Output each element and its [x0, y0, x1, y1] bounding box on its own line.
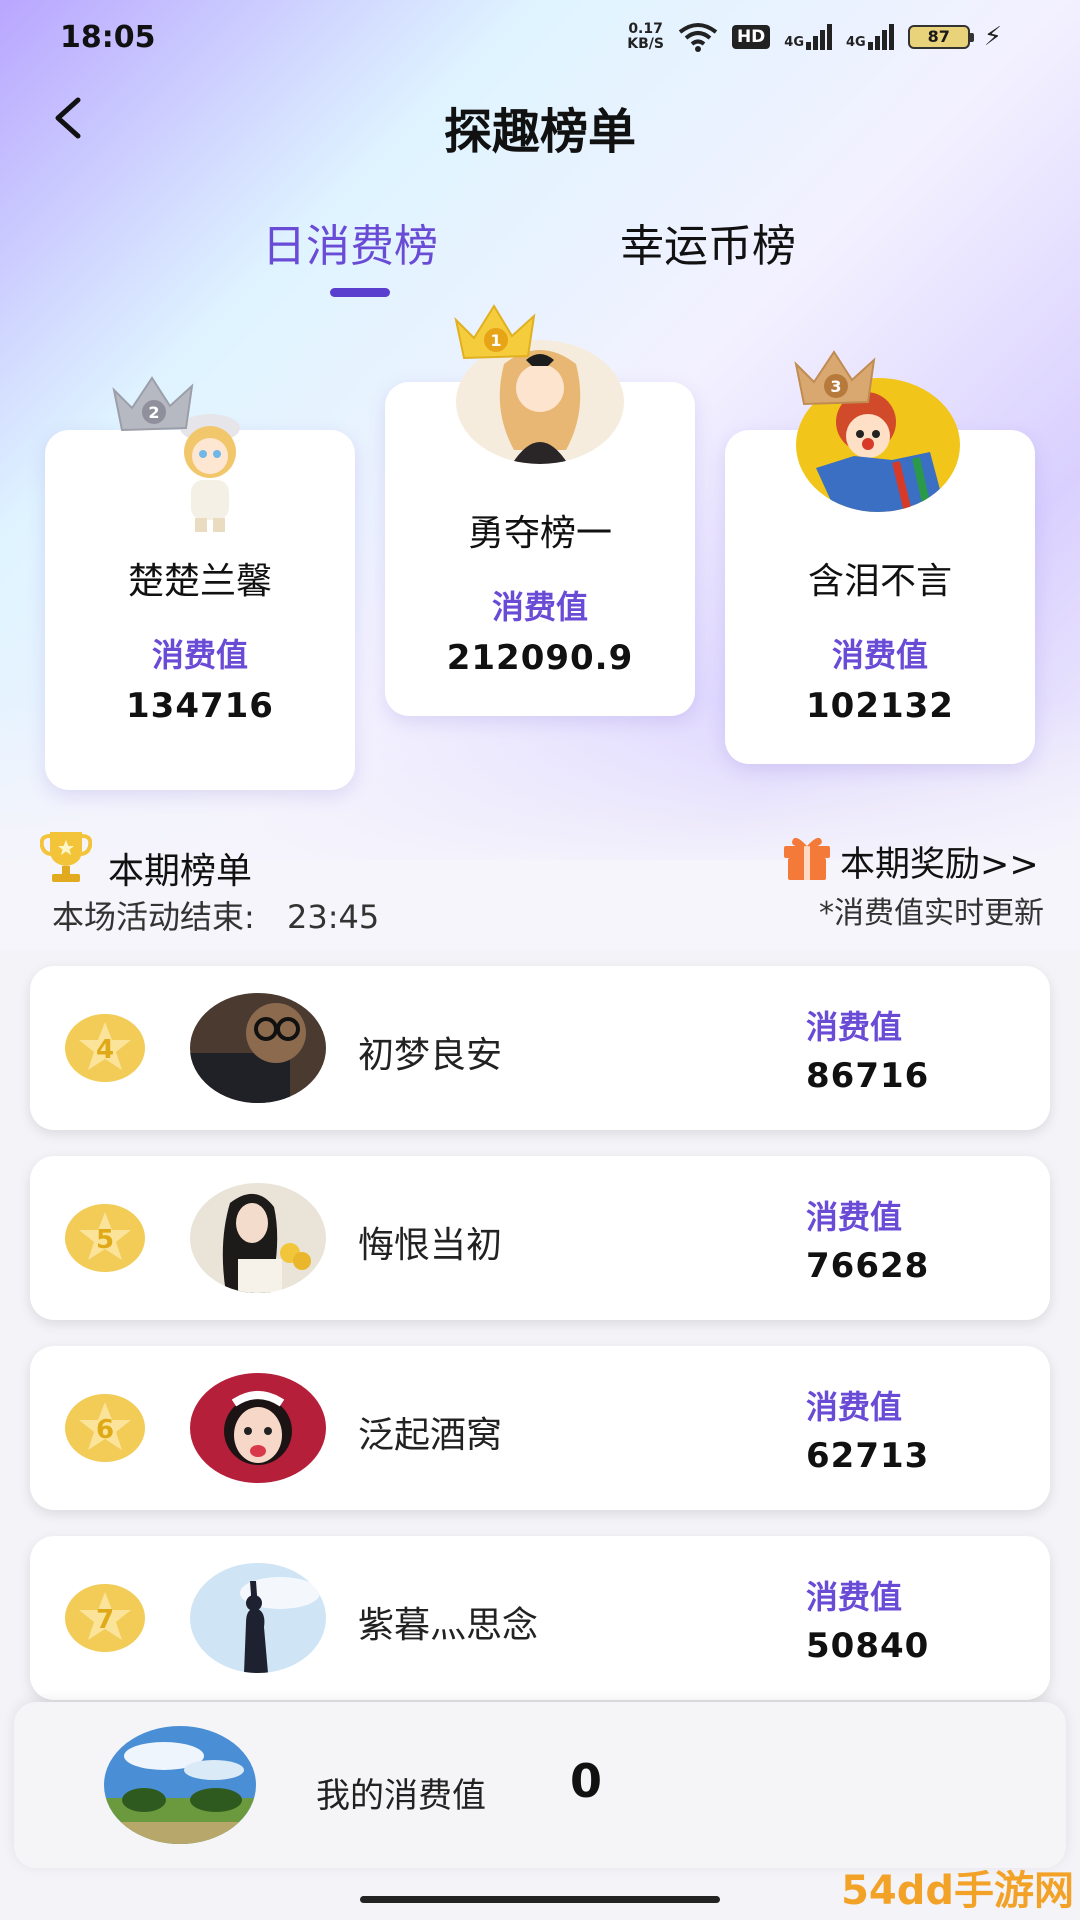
podium-value: 134716 [126, 686, 274, 726]
signal-label: 4G [784, 35, 805, 50]
svg-text:3: 3 [830, 377, 841, 396]
podium-name: 勇夺榜一 [467, 513, 612, 554]
my-consumption-label: 我的消费值 [316, 1776, 486, 1816]
consumption-value: 76628 [806, 1246, 930, 1286]
ranking-row[interactable]: 7 紫暮灬思念 消费值 50840 [30, 1536, 1050, 1700]
rewards-link[interactable]: 本期奖励>> [840, 836, 1039, 887]
consumption-label: 消费值 [806, 1388, 903, 1426]
bolt-icon: ⚡ [983, 22, 1002, 52]
signal-label: 4G [846, 35, 866, 50]
rank-number: 6 [96, 1415, 114, 1445]
consumption-value: 86716 [806, 1056, 930, 1096]
countdown-time: 23:45 [286, 898, 380, 936]
podium-label: 消费值 [491, 588, 588, 626]
consumption-value: 50840 [806, 1626, 930, 1666]
podium-label: 消费值 [831, 636, 928, 674]
podium-value: 212090.9 [446, 638, 634, 678]
svg-text:1: 1 [490, 331, 501, 350]
status-bar: 18:05 0.17 KB/S HD 4G 4G 87 ⚡ [0, 0, 1080, 80]
update-note: *消费值实时更新 [819, 896, 1044, 931]
podium-name: 含泪不言 [807, 561, 952, 602]
avatar[interactable] [190, 1373, 326, 1483]
rank-number: 5 [96, 1225, 114, 1255]
wifi-icon [678, 23, 718, 52]
my-stats-bar: 我的消费值 0 [14, 1702, 1066, 1868]
star-rank-badge-icon: 5 [65, 1204, 145, 1272]
consumption-value: 62713 [806, 1436, 930, 1476]
signal-icon: 4G [784, 24, 833, 50]
home-indicator[interactable] [360, 1896, 720, 1903]
my-avatar[interactable] [104, 1726, 256, 1844]
rank-number: 4 [96, 1035, 114, 1065]
svg-text:2: 2 [148, 403, 159, 422]
user-name: 悔恨当初 [358, 1225, 503, 1266]
crown-rank-1-icon: 1 [454, 304, 536, 360]
status-time: 18:05 [60, 20, 156, 55]
status-icons: 0.17 KB/S HD 4G 4G 87 ⚡ [627, 22, 1002, 52]
period-title: 本期榜单 [108, 851, 253, 892]
page-title: 探趣榜单 [443, 104, 636, 160]
avatar[interactable] [190, 1563, 326, 1673]
signal-icon: 4G [846, 24, 894, 50]
trophy-icon [40, 832, 92, 882]
ranking-row[interactable]: 5 悔恨当初 消费值 76628 [30, 1156, 1050, 1320]
rank-number: 7 [96, 1605, 114, 1635]
countdown-label: 本场活动结束: [52, 898, 255, 936]
network-speed: 0.17 KB/S [627, 22, 664, 52]
star-rank-badge-icon: 4 [65, 1014, 145, 1082]
tab-lucky-coin[interactable]: 幸运币榜 [620, 210, 796, 274]
user-name: 紫暮灬思念 [358, 1605, 539, 1646]
countdown: 本场活动结束: 23:45 [52, 892, 379, 938]
user-name: 初梦良安 [358, 1035, 503, 1076]
star-rank-badge-icon: 6 [65, 1394, 145, 1462]
ranking-row[interactable]: 6 泛起酒窝 消费值 62713 [30, 1346, 1050, 1510]
podium-label: 消费值 [151, 636, 248, 674]
network-speed-unit: KB/S [627, 36, 664, 52]
avatar[interactable] [190, 993, 326, 1103]
ranking-row[interactable]: 4 初梦良安 消费值 86716 [30, 966, 1050, 1130]
podium-value: 102132 [806, 686, 954, 726]
active-tab-indicator [330, 288, 390, 297]
my-consumption-value: 0 [570, 1754, 603, 1808]
tab-daily-consumption[interactable]: 日消费榜 [262, 210, 438, 274]
crown-rank-3-icon: 3 [794, 350, 876, 406]
gift-icon[interactable] [780, 832, 834, 882]
user-name: 泛起酒窝 [358, 1415, 503, 1456]
avatar[interactable] [190, 1183, 326, 1293]
consumption-label: 消费值 [806, 1008, 903, 1046]
consumption-label: 消费值 [806, 1198, 903, 1236]
battery-icon: 87 [907, 25, 974, 49]
podium-name: 楚楚兰馨 [127, 561, 272, 602]
star-rank-badge-icon: 7 [65, 1584, 145, 1652]
crown-rank-2-icon: 2 [112, 376, 194, 432]
consumption-label: 消费值 [806, 1578, 903, 1616]
watermark-logo: 54dd手游网 [841, 1868, 1074, 1914]
hd-icon: HD [731, 25, 771, 49]
network-speed-value: 0.17 [628, 21, 663, 37]
